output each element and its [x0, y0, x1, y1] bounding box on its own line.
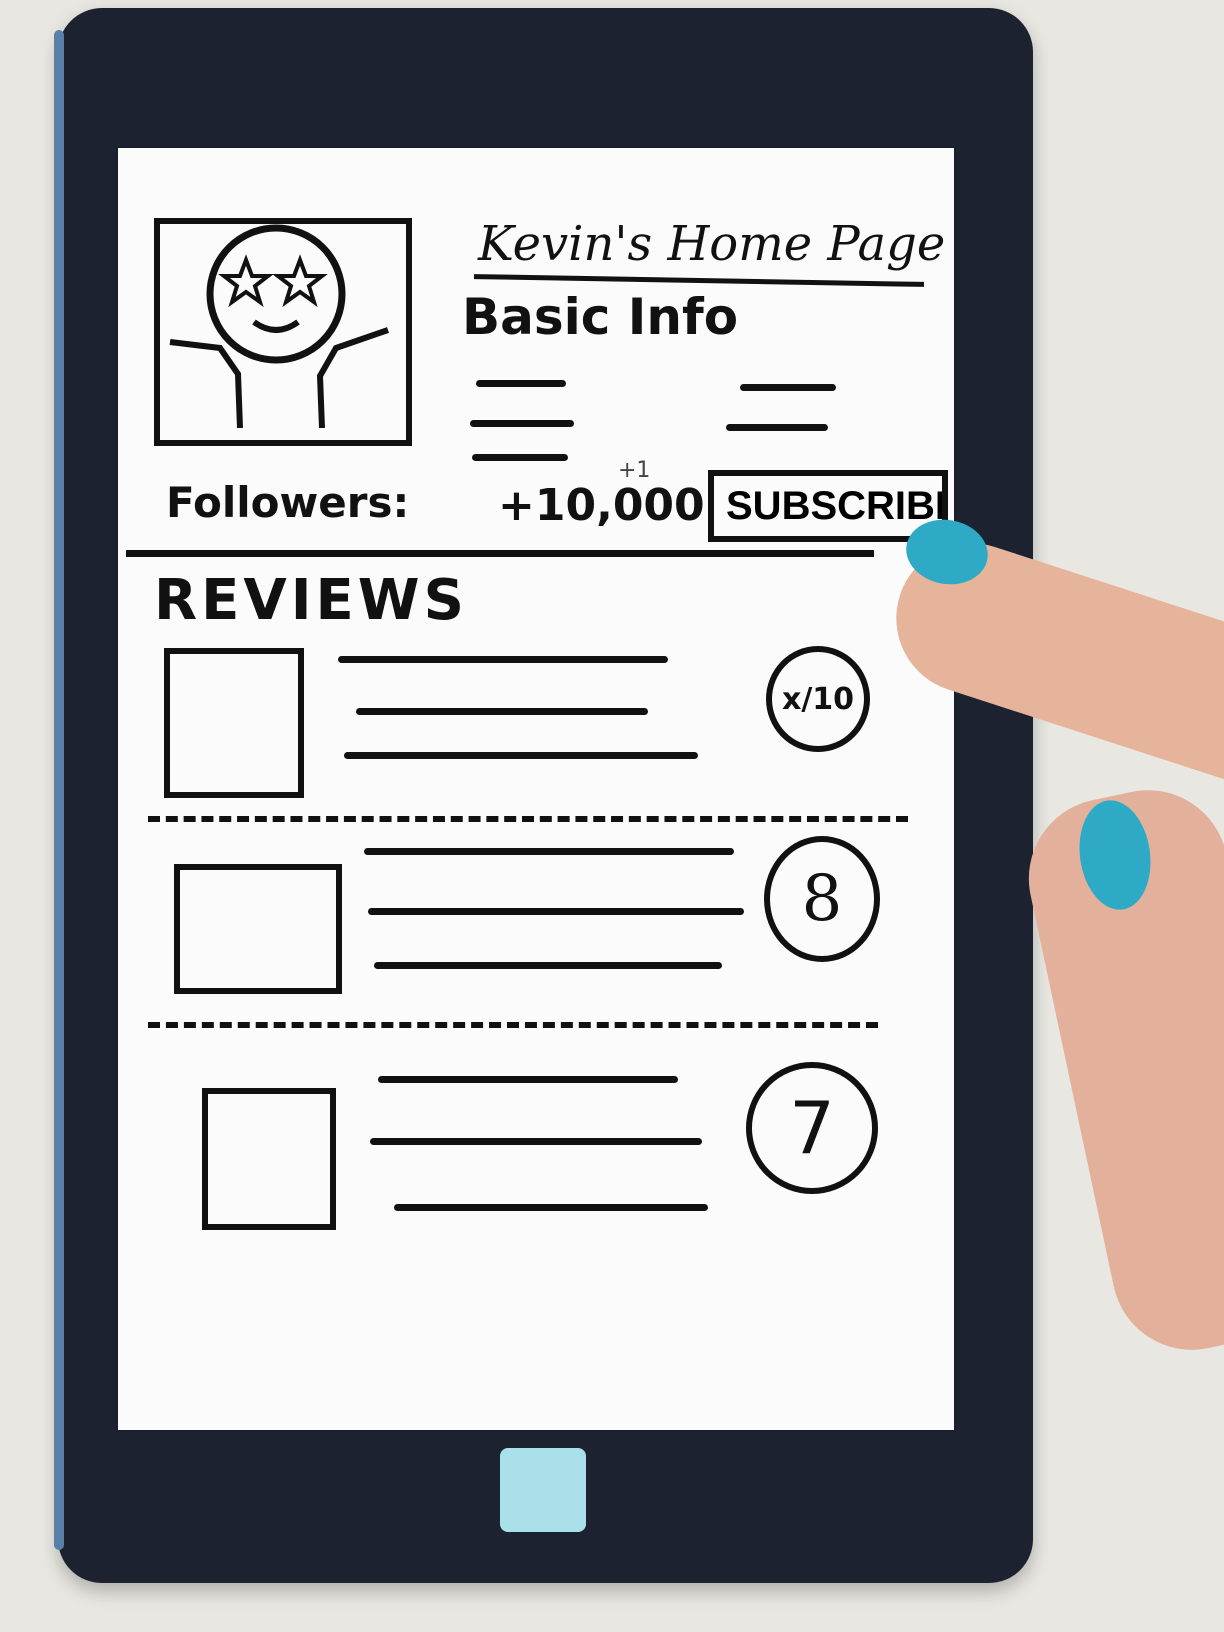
review-score-badge: 8 [764, 836, 880, 962]
basic-info-heading: Basic Info [462, 288, 739, 346]
profile-screen: Kevin's Home Page Basic Info Followers: … [118, 148, 954, 1430]
info-line [740, 384, 836, 391]
info-line [470, 420, 574, 427]
home-button[interactable] [500, 1448, 586, 1532]
followers-label: Followers: [166, 478, 410, 527]
followers-count: +10,000 [498, 480, 705, 531]
review-line [394, 1204, 708, 1211]
review-line [374, 962, 722, 969]
review-line [364, 848, 734, 855]
review-thumbnail[interactable] [164, 648, 304, 798]
tablet-edge [54, 30, 64, 1550]
info-line [472, 454, 568, 461]
info-line [726, 424, 828, 431]
review-line [356, 708, 648, 715]
reviews-heading: REVIEWS [154, 568, 468, 633]
review-line [338, 656, 668, 663]
review-divider [148, 1022, 878, 1028]
review-thumbnail[interactable] [174, 864, 342, 994]
review-score-badge: x/10 [766, 646, 870, 752]
page-title: Kevin's Home Page [478, 216, 946, 272]
review-thumbnail[interactable] [202, 1088, 336, 1230]
avatar [154, 218, 412, 446]
title-underline [473, 274, 925, 287]
review-line [344, 752, 698, 759]
header-divider [126, 550, 874, 557]
review-line [378, 1076, 678, 1083]
info-line [476, 380, 566, 387]
smiley-avatar-icon [169, 224, 389, 429]
review-line [370, 1138, 702, 1145]
review-line [368, 908, 744, 915]
review-score-badge: 7 [746, 1062, 878, 1194]
review-divider [148, 816, 908, 822]
